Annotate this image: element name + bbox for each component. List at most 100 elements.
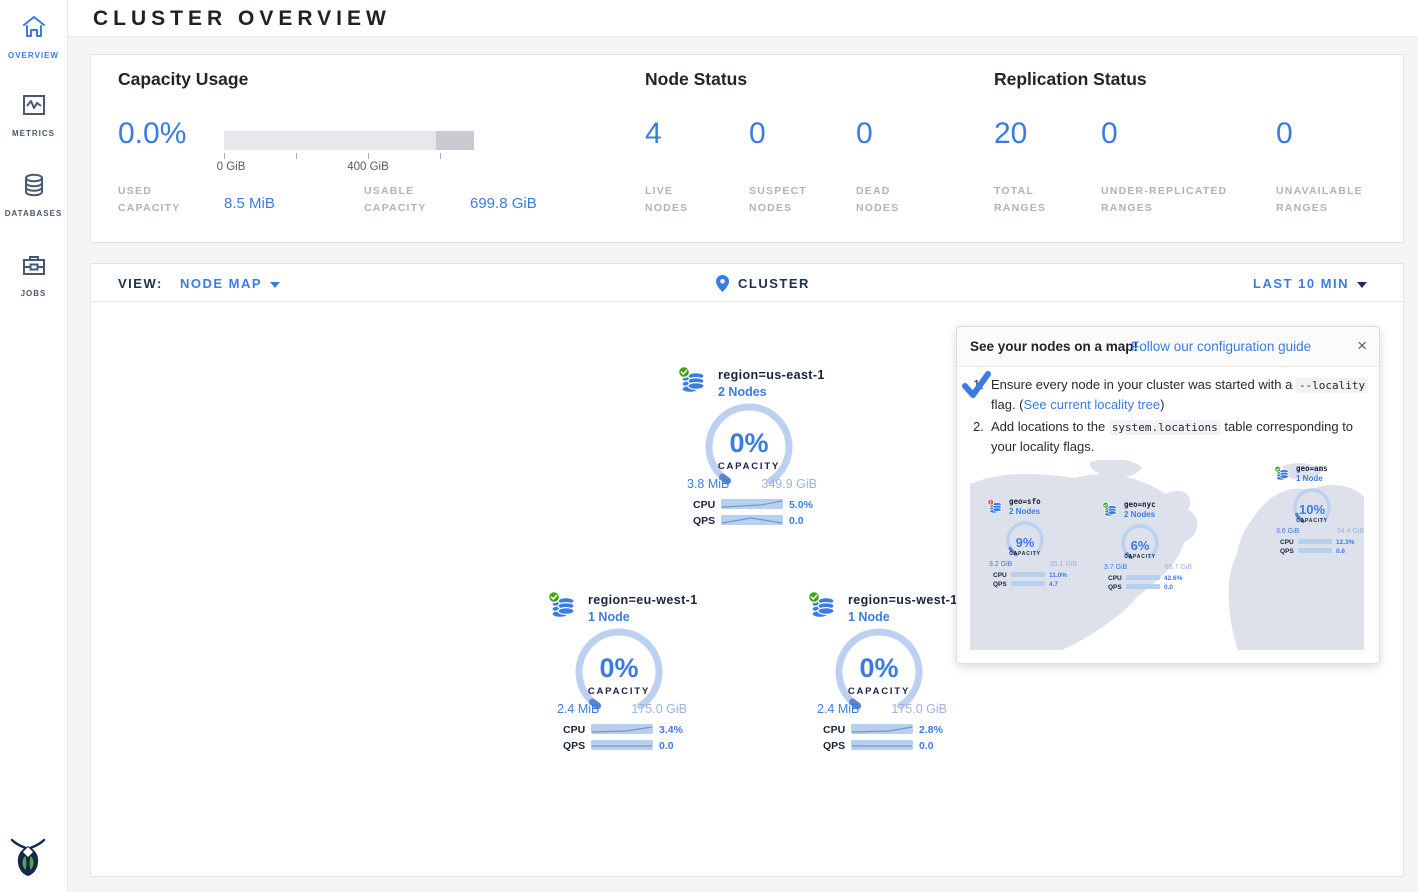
page-title: CLUSTER OVERVIEW: [93, 7, 391, 31]
qps-label: QPS: [1108, 584, 1122, 591]
cpu-label: CPU: [693, 499, 715, 511]
popup-header: See your nodes on a map! Follow our conf…: [957, 327, 1379, 367]
sidebar-item-jobs[interactable]: JOBS: [0, 252, 67, 301]
axis-tick: [368, 153, 369, 159]
summary-panel: Capacity Usage 0.0% 0 GiB 400 GiB USED C…: [90, 54, 1404, 243]
capacity-label: CAPACITY: [519, 686, 719, 697]
mini-capacity-percent: 9%: [987, 535, 1063, 550]
cpu-value: 3.4%: [659, 724, 683, 736]
capacity-label: CAPACITY: [649, 461, 849, 472]
mini-capacity-label: CAPACITY: [1102, 554, 1178, 560]
cluster-nodes: 2 Nodes: [1124, 510, 1155, 519]
chevron-down-icon: [1357, 282, 1367, 288]
region-name: region=us-east-1: [718, 368, 825, 382]
region-name: region=eu-west-1: [588, 593, 698, 607]
total-capacity: 349.9 GiB: [761, 477, 817, 491]
cpu-sparkline: [1298, 539, 1332, 544]
titlebar: CLUSTER OVERVIEW: [68, 0, 1418, 37]
axis-tick: [224, 153, 225, 159]
mini-total: 34.4 GiB: [1337, 528, 1364, 535]
used-capacity: 3.8 MiB: [687, 477, 729, 491]
qps-sparkline: [851, 740, 913, 750]
used-capacity: 2.4 MiB: [817, 702, 859, 716]
region-name: region=us-west-1: [848, 593, 958, 607]
mini-used: 3.6 GiB: [1276, 528, 1299, 535]
total-capacity: 175.0 GiB: [891, 702, 947, 716]
cpu-sparkline: [851, 724, 913, 734]
node-status-title: Node Status: [645, 69, 747, 90]
qps-label: QPS: [993, 581, 1007, 588]
usable-capacity-value: 699.8 GiB: [470, 195, 537, 212]
sidebar-label: JOBS: [21, 289, 47, 298]
mini-total: 35.1 GiB: [1050, 561, 1077, 568]
region-node-count: 2 Nodes: [718, 385, 767, 399]
cpu-value: 11.0%: [1049, 572, 1067, 579]
tick-label-400: 400 GiB: [347, 161, 389, 173]
axis-tick: [296, 153, 297, 159]
sidebar-item-databases[interactable]: DATABASES: [0, 172, 67, 221]
node-map-setup-popup: See your nodes on a map! Follow our conf…: [956, 326, 1380, 664]
chevron-down-icon: [270, 282, 280, 288]
used-capacity-value: 8.5 MiB: [224, 195, 275, 212]
breadcrumb[interactable]: CLUSTER: [716, 275, 810, 292]
region-card-eu-west-1[interactable]: region=eu-west-1 1 Node 0% CAPACITY 2.4 …: [519, 589, 719, 759]
cpu-value: 12.3%: [1336, 539, 1354, 546]
node-stack-icon: [677, 366, 709, 398]
total-capacity: 175.0 GiB: [631, 702, 687, 716]
close-icon[interactable]: ×: [1357, 336, 1367, 356]
cpu-sparkline: [1126, 575, 1160, 580]
cluster-nodes: 2 Nodes: [1009, 507, 1040, 516]
total-ranges-value: 20: [994, 117, 1027, 151]
total-ranges-label: TOTAL RANGES: [994, 183, 1046, 217]
cpu-label: CPU: [993, 572, 1007, 579]
cpu-label: CPU: [1108, 575, 1122, 582]
node-stack-icon-warn: [987, 499, 1004, 516]
cpu-value: 5.0%: [789, 499, 813, 511]
capacity-percent: 0%: [649, 428, 849, 459]
qps-value: 0.0: [919, 740, 934, 752]
node-stack-icon: [1102, 502, 1119, 519]
setup-step-1: 1. Ensure every node in your cluster was…: [973, 375, 1369, 415]
locality-tree-link[interactable]: See current locality tree: [1024, 397, 1161, 412]
live-nodes-label: LIVE NODES: [645, 183, 688, 217]
qps-sparkline: [1298, 548, 1332, 553]
node-stack-icon: [547, 591, 579, 623]
qps-sparkline: [1126, 584, 1160, 589]
sidebar-label: DATABASES: [5, 209, 63, 218]
popup-title: See your nodes on a map!: [970, 339, 1138, 354]
mini-capacity-percent: 6%: [1102, 538, 1178, 553]
capacity-label: CAPACITY: [779, 686, 979, 697]
view-label: VIEW:: [118, 276, 163, 291]
popup-steps: 1. Ensure every node in your cluster was…: [973, 375, 1369, 460]
cpu-sparkline: [721, 499, 783, 509]
region-card-us-west-1[interactable]: region=us-west-1 1 Node 0% CAPACITY 2.4 …: [779, 589, 979, 759]
suspect-nodes-label: SUSPECT NODES: [749, 183, 807, 217]
cpu-sparkline: [1011, 572, 1045, 577]
under-replicated-value: 0: [1101, 117, 1118, 151]
usable-capacity-label: USABLE CAPACITY: [364, 183, 427, 217]
cluster-name: geo=ams: [1296, 464, 1328, 473]
cpu-label: CPU: [1280, 539, 1294, 546]
mini-capacity-label: CAPACITY: [987, 551, 1063, 557]
qps-value: 0.6: [1336, 548, 1345, 555]
mini-used: 3.2 GiB: [989, 561, 1012, 568]
sidebar-item-metrics[interactable]: METRICS: [0, 92, 67, 141]
capacity-percent: 0%: [779, 653, 979, 684]
node-stack-icon: [1274, 466, 1291, 483]
configuration-guide-link[interactable]: Follow our configuration guide: [1131, 339, 1311, 354]
node-stack-icon: [807, 591, 839, 623]
home-icon: [21, 14, 47, 40]
sidebar-label: OVERVIEW: [8, 51, 59, 60]
code-locality-flag: --locality: [1296, 378, 1368, 393]
cockroachdb-logo[interactable]: [8, 834, 48, 878]
cpu-sparkline: [591, 724, 653, 734]
step-number: 2.: [973, 417, 984, 437]
region-card-us-east-1[interactable]: region=us-east-1 2 Nodes 0% CAPACITY 3.8…: [649, 364, 849, 534]
cluster-name: geo=nyc: [1124, 500, 1156, 509]
view-selector[interactable]: NODE MAP: [180, 276, 280, 291]
capacity-percent: 0%: [519, 653, 719, 684]
metrics-icon: [21, 92, 47, 118]
qps-value: 0.0: [789, 515, 804, 527]
time-range-selector[interactable]: LAST 10 MIN: [1253, 276, 1367, 291]
sidebar-item-overview[interactable]: OVERVIEW: [0, 14, 67, 63]
